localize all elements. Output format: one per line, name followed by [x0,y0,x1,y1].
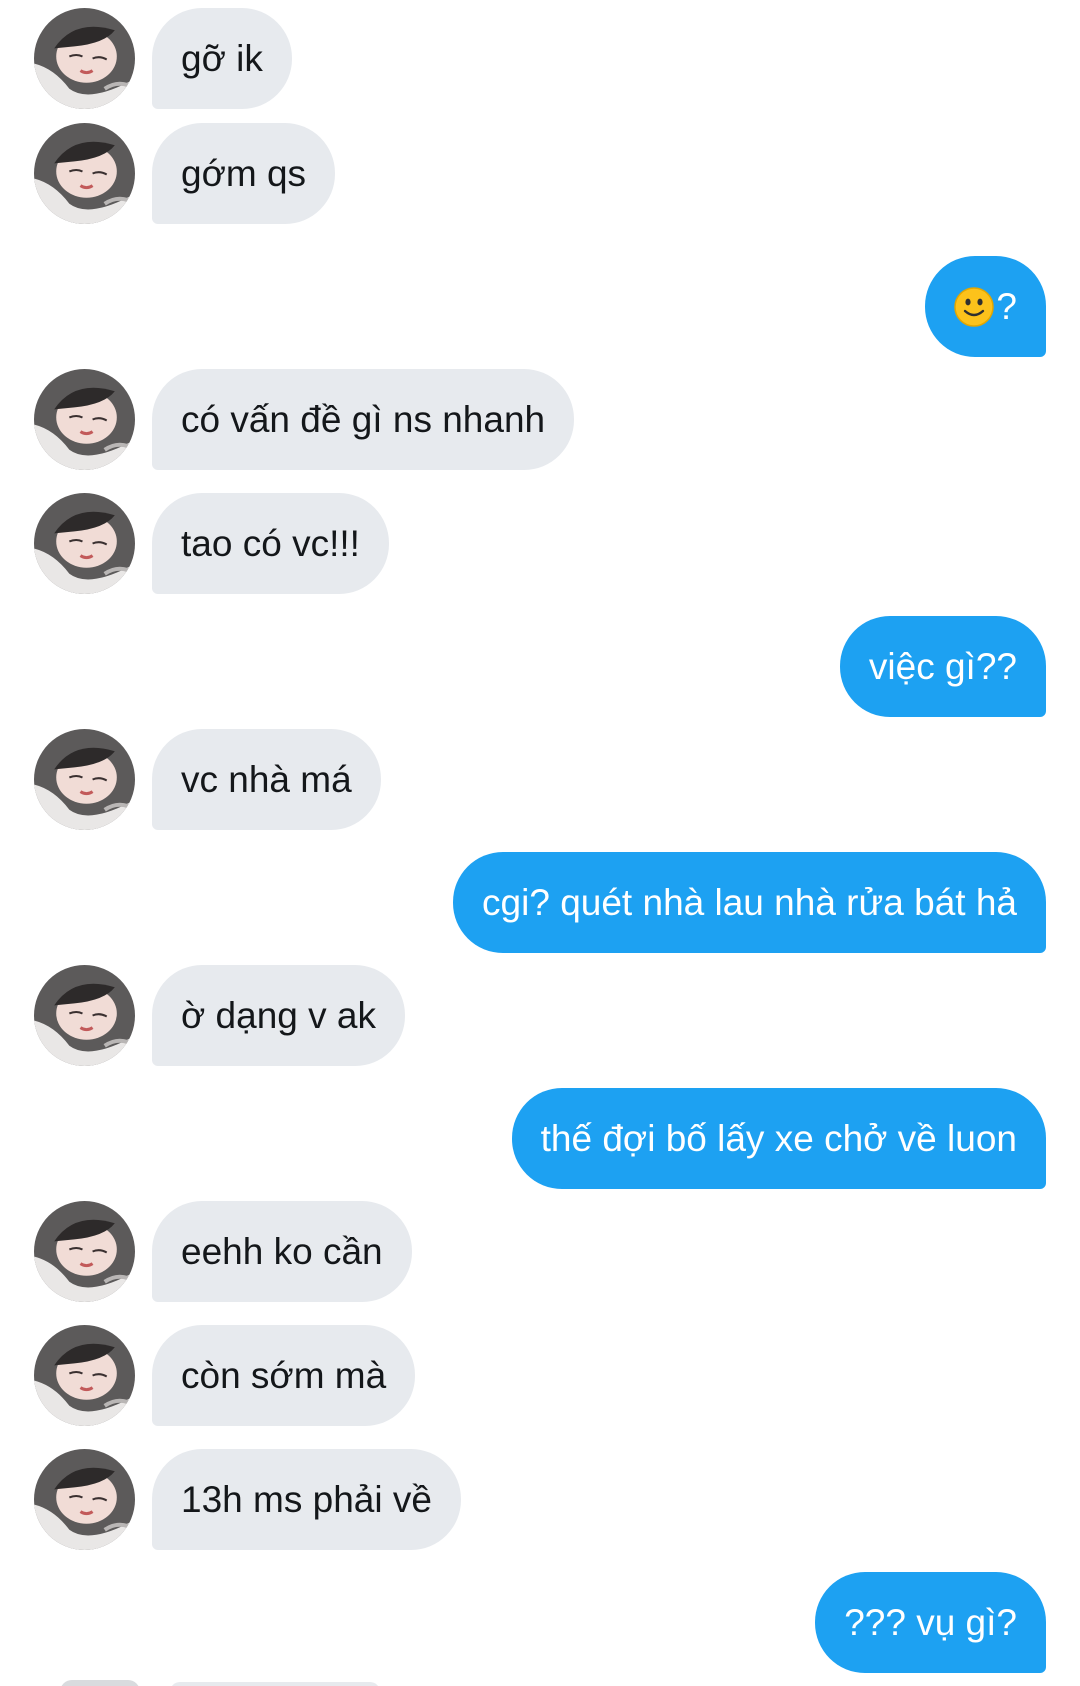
message-text: việc gì?? [868,646,1017,687]
incoming-message-bubble[interactable]: vc nhà má [152,729,381,830]
incoming-message-bubble[interactable]: eehh ko cần [152,1201,412,1302]
message-row-incoming: có vấn đề gì ns nhanh [0,369,1080,470]
avatar[interactable] [34,1449,135,1550]
message-text: vc nhà má [181,759,352,800]
message-row-outgoing: ? [0,256,1080,357]
avatar[interactable] [34,8,135,109]
conversation-thread: gỡ ik gớm qs ? có vấn đề gì ns nhanh tao… [0,0,1080,1686]
slightly-smiling-face-icon [954,286,995,327]
outgoing-message-bubble[interactable]: ??? vụ gì? [815,1572,1046,1673]
message-row-outgoing: cgi? quét nhà lau nhà rửa bát hả [0,852,1080,953]
outgoing-message-bubble[interactable]: việc gì?? [839,616,1046,717]
avatar[interactable] [34,369,135,470]
message-row-outgoing: thế đợi bố lấy xe chở về luon [0,1088,1080,1189]
avatar-photo [34,8,135,109]
avatar[interactable] [34,1201,135,1302]
message-text: thế đợi bố lấy xe chở về luon [540,1118,1017,1159]
avatar[interactable] [34,1325,135,1426]
message-row-incoming: eehh ko cần [0,1201,1080,1302]
message-row-incoming: ờ dạng v ak [0,965,1080,1066]
message-text: 13h ms phải về [181,1479,432,1520]
avatar-photo [34,965,135,1066]
avatar-photo [34,369,135,470]
outgoing-message-bubble[interactable]: cgi? quét nhà lau nhà rửa bát hả [453,852,1046,953]
incoming-message-bubble[interactable]: 13h ms phải về [152,1449,461,1550]
incoming-message-bubble[interactable]: còn sớm mà [152,1325,416,1426]
avatar-photo [34,123,135,224]
message-text: cgi? quét nhà lau nhà rửa bát hả [482,882,1017,923]
avatar[interactable] [34,729,135,830]
next-message-partial [170,1682,380,1686]
message-text: eehh ko cần [181,1231,383,1272]
message-row-outgoing: việc gì?? [0,616,1080,717]
outgoing-message-bubble[interactable]: ? [925,256,1046,357]
message-text: tao có vc!!! [181,523,360,564]
incoming-message-bubble[interactable]: gớm qs [152,123,336,224]
message-text: gớm qs [181,153,307,194]
avatar-photo [34,729,135,830]
message-text: gỡ ik [181,38,263,79]
incoming-message-bubble[interactable]: có vấn đề gì ns nhanh [152,369,575,470]
incoming-message-bubble[interactable]: gỡ ik [152,8,292,109]
avatar-photo [34,1201,135,1302]
message-text: ờ dạng v ak [181,995,376,1036]
message-row-incoming: còn sớm mà [0,1325,1080,1426]
message-row-incoming: 13h ms phải về [0,1449,1080,1550]
incoming-message-bubble[interactable]: tao có vc!!! [152,493,389,594]
incoming-message-bubble[interactable]: ờ dạng v ak [152,965,405,1066]
avatar-photo [34,493,135,594]
avatar[interactable] [34,965,135,1066]
message-text: có vấn đề gì ns nhanh [181,399,546,440]
message-row-incoming: gỡ ik [0,8,1080,109]
message-row-outgoing: ??? vụ gì? [0,1572,1080,1673]
next-avatar-partial [60,1680,140,1686]
message-row-incoming: tao có vc!!! [0,493,1080,594]
message-text: ? [996,286,1017,327]
avatar[interactable] [34,123,135,224]
message-row-incoming: vc nhà má [0,729,1080,830]
message-row-incoming: gớm qs [0,123,1080,224]
outgoing-message-bubble[interactable]: thế đợi bố lấy xe chở về luon [511,1088,1046,1189]
avatar[interactable] [34,493,135,594]
avatar-photo [34,1449,135,1550]
message-text: còn sớm mà [181,1355,387,1396]
message-text: ??? vụ gì? [844,1602,1017,1643]
avatar-photo [34,1325,135,1426]
